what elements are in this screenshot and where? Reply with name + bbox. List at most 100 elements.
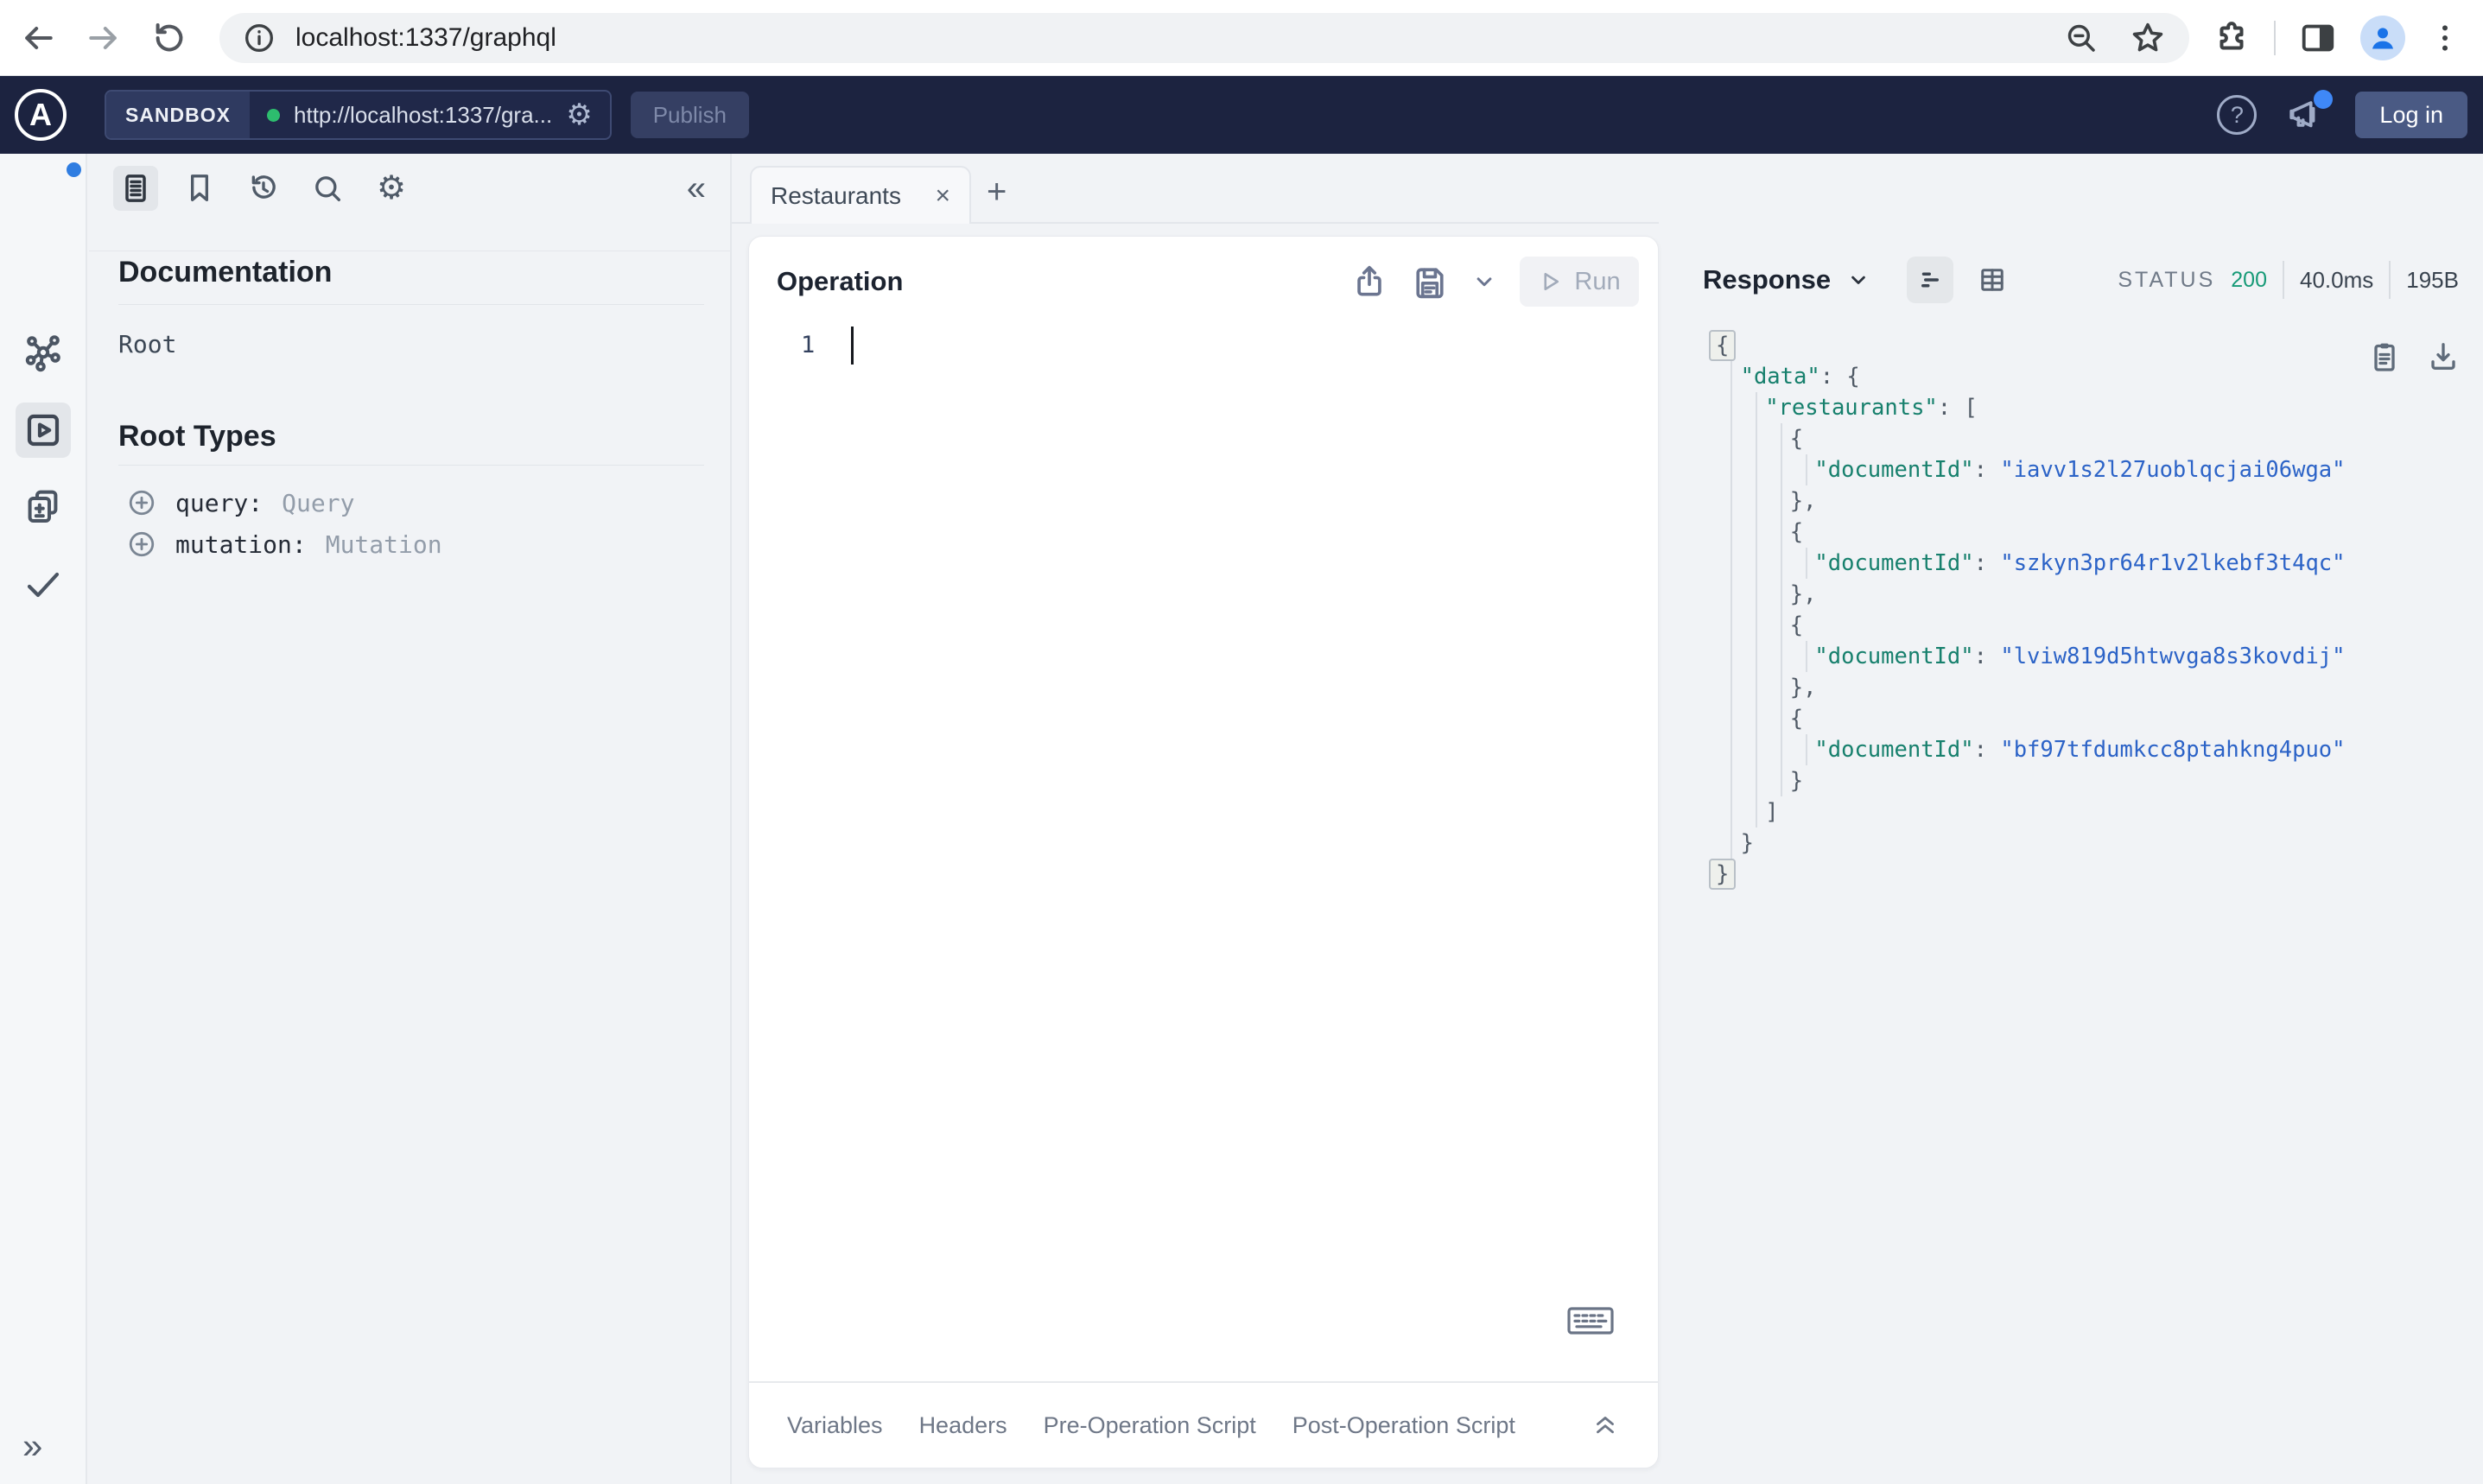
fold-handle[interactable]: { <box>1709 330 1737 361</box>
type-name-link[interactable]: Mutation <box>326 530 442 559</box>
rail-item-explorer[interactable] <box>16 403 71 458</box>
endpoint-url-input[interactable]: http://localhost:1337/gra... <box>294 102 552 129</box>
reload-icon <box>156 22 183 51</box>
search-schema-button[interactable] <box>305 166 350 211</box>
explorer-settings-button[interactable]: ⚙ <box>369 166 414 211</box>
collapse-editor-panel-button[interactable] <box>1591 1411 1620 1440</box>
response-code-line: "documentId": "lviw819d5htwvga8s3kovdij" <box>1814 644 2346 669</box>
browser-forward-button[interactable] <box>76 10 131 66</box>
editor-tab-post-operation-script[interactable]: Post-Operation Script <box>1292 1412 1515 1439</box>
endpoint-settings-gear-icon[interactable]: ⚙ <box>566 100 592 130</box>
keyboard-icon <box>1567 1307 1614 1335</box>
save-operation-icon[interactable] <box>1411 263 1449 301</box>
docs-root-link[interactable]: Root <box>118 330 176 358</box>
status-divider <box>2389 261 2391 299</box>
operation-title: Operation <box>777 266 904 296</box>
bookmark-star-icon[interactable] <box>2129 19 2167 57</box>
extensions-puzzle-icon[interactable] <box>2212 18 2251 58</box>
site-info-icon[interactable] <box>242 21 276 55</box>
response-json-viewer: {"data": {"restaurants": [{"documentId":… <box>1709 330 2346 890</box>
response-code-line: { <box>1789 426 1804 452</box>
align-lines-icon <box>1921 272 1940 288</box>
announcements-button[interactable] <box>2286 90 2334 135</box>
fold-handle[interactable]: } <box>1709 859 1737 890</box>
editor-tab-headers[interactable]: Headers <box>919 1412 1007 1439</box>
root-types-title: Root Types <box>118 420 276 453</box>
editor-tab-variables[interactable]: Variables <box>787 1412 883 1439</box>
browser-back-button[interactable] <box>10 10 66 66</box>
browser-reload-button[interactable] <box>142 10 197 66</box>
run-button[interactable]: Run <box>1520 257 1639 307</box>
login-button[interactable]: Log in <box>2355 92 2467 138</box>
divider <box>118 465 704 466</box>
root-type-row-mutation: mutation: Mutation <box>127 525 442 563</box>
table-icon <box>1981 269 2004 291</box>
documentation-icon <box>125 174 146 202</box>
collapse-panel-icon[interactable]: « <box>687 169 706 208</box>
rail-item-schema[interactable] <box>16 325 71 380</box>
response-table-view-toggle[interactable] <box>1969 257 2016 303</box>
browser-actions <box>2212 15 2462 60</box>
response-code-line: "documentId": "szkyn3pr64r1v2lkebf3t4qc" <box>1814 550 2346 576</box>
rail-item-collections[interactable] <box>16 480 71 536</box>
editor-line-number: 1 <box>801 332 816 358</box>
status-code: 200 <box>2231 267 2267 292</box>
response-menu-chevron-down-icon[interactable] <box>1846 268 1870 292</box>
save-menu-chevron-down-icon[interactable] <box>1471 269 1497 295</box>
response-code-line: { <box>1709 330 2346 361</box>
profile-avatar[interactable] <box>2360 15 2405 60</box>
address-bar[interactable]: localhost:1337/graphql <box>219 12 2189 63</box>
response-code-line: { <box>1789 706 1804 732</box>
response-size: 195B <box>2406 266 2459 293</box>
apollo-logo[interactable]: A <box>15 89 67 141</box>
close-tab-icon[interactable]: × <box>935 181 950 211</box>
zoom-out-icon[interactable] <box>2063 20 2099 56</box>
indent-guide <box>1806 734 1807 765</box>
back-arrow-icon <box>25 26 53 49</box>
connection-status-dot <box>267 108 281 122</box>
rail-item-checks[interactable] <box>16 556 71 612</box>
expand-rail-icon[interactable]: » <box>22 1425 42 1467</box>
browser-toolbar: localhost:1337/graphql <box>0 0 2483 76</box>
history-button[interactable] <box>241 166 286 211</box>
response-pretty-view-toggle[interactable] <box>1907 257 1954 303</box>
sandbox-badge: SANDBOX <box>106 92 251 138</box>
run-label: Run <box>1574 267 1621 295</box>
response-code-line: ] <box>1765 799 1779 825</box>
share-operation-icon[interactable] <box>1350 263 1388 301</box>
url-text[interactable]: localhost:1337/graphql <box>295 23 2063 53</box>
saved-operations-button[interactable] <box>177 166 222 211</box>
response-code-line: "data": { <box>1740 364 1860 390</box>
schema-graph-icon <box>25 335 60 372</box>
new-tab-button[interactable]: + <box>987 173 1007 212</box>
publish-button[interactable]: Publish <box>630 92 749 138</box>
documentation-title: Documentation <box>118 256 333 289</box>
help-icon[interactable]: ? <box>2217 95 2258 135</box>
response-code-line: }, <box>1789 488 1817 514</box>
response-status-bar: STATUS 200 40.0ms 195B <box>2118 256 2459 304</box>
response-title: Response <box>1703 264 1832 295</box>
workspace: » ⚙ « Documentation Root Root Types quer… <box>0 154 2483 1484</box>
operation-tab-restaurants[interactable]: Restaurants × <box>750 166 971 224</box>
keyboard-shortcuts-icon[interactable] <box>1566 1302 1615 1340</box>
indent-guide <box>1730 361 1732 859</box>
bookmark-icon <box>191 174 208 201</box>
editor-bottom-tabbar: Variables Headers Pre-Operation Script P… <box>749 1381 1658 1468</box>
add-field-plus-icon[interactable] <box>127 530 156 559</box>
history-clock-icon <box>251 175 276 199</box>
docs-tab-button[interactable] <box>113 166 158 211</box>
side-panel-icon[interactable] <box>2298 18 2338 58</box>
response-code-line: { <box>1789 612 1804 638</box>
panel-resize-divider[interactable] <box>730 154 732 1484</box>
copy-response-icon[interactable] <box>2367 339 2402 374</box>
add-field-plus-icon[interactable] <box>127 488 156 517</box>
divider <box>118 304 704 305</box>
toolbar-divider <box>2274 20 2276 55</box>
response-code-line: }, <box>1789 675 1817 701</box>
browser-menu-kebab-icon[interactable] <box>2428 21 2462 55</box>
left-icon-rail: » <box>0 154 87 1484</box>
download-response-icon[interactable] <box>2426 339 2461 374</box>
editor-tab-pre-operation-script[interactable]: Pre-Operation Script <box>1044 1412 1256 1439</box>
explorer-play-icon <box>27 414 60 447</box>
type-name-link[interactable]: Query <box>282 489 354 517</box>
